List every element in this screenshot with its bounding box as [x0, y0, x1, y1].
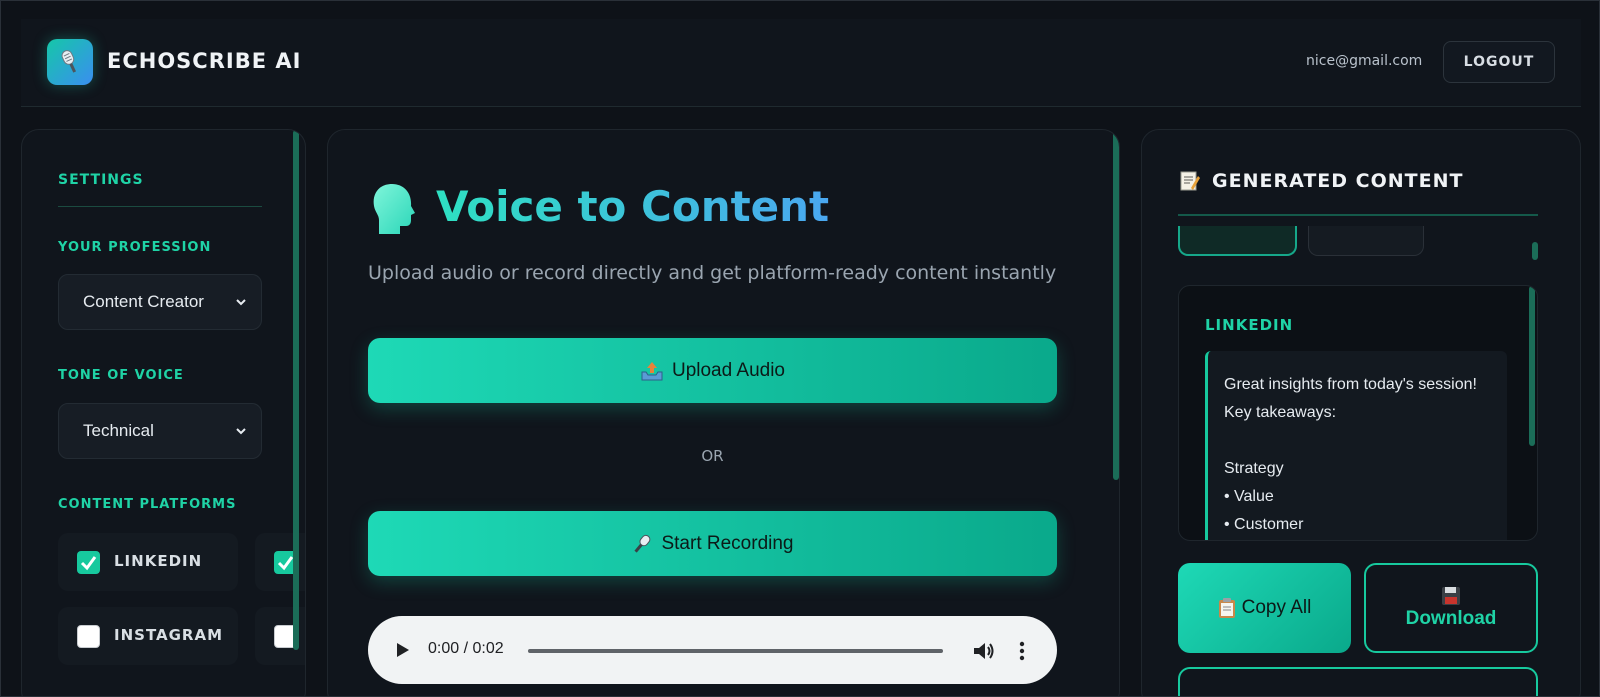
microphone-icon [61, 50, 77, 73]
checkbox-unchecked[interactable] [77, 625, 100, 648]
chevron-down-icon [236, 428, 246, 435]
platforms-label: CONTENT PLATFORMS [58, 497, 237, 512]
generated-content-panel: GENERATED CONTENT LINKEDIN Great insight… [1141, 129, 1581, 696]
checkbox-checked[interactable] [77, 551, 100, 574]
text-line: • Customer [1224, 516, 1304, 533]
head-silhouette-icon [373, 184, 415, 234]
tone-select[interactable]: Technical [58, 403, 262, 459]
upload-audio-button[interactable]: Upload Audio [368, 338, 1057, 403]
start-recording-button[interactable]: Start Recording [368, 511, 1057, 576]
content-card-linkedin: LINKEDIN Great insights from today's ses… [1178, 285, 1538, 541]
page-title: Voice to Content [436, 182, 830, 231]
top-header: ECHOSCRIBE AI nice@gmail.com LOGOUT [21, 19, 1581, 107]
generated-text: Great insights from today's session! Key… [1205, 351, 1507, 540]
microphone-icon [634, 534, 651, 553]
record-label: Start Recording [661, 532, 794, 554]
upload-label: Upload Audio [671, 359, 786, 381]
settings-scrollbar[interactable] [293, 130, 299, 650]
memo-icon [1180, 171, 1200, 191]
floppy-disk-icon [1442, 587, 1460, 605]
tone-label: TONE OF VOICE [58, 368, 184, 383]
play-icon[interactable] [394, 642, 410, 658]
user-email: nice@gmail.com [1306, 53, 1423, 69]
player-time: 0:00 / 0:02 [428, 640, 504, 657]
player-seek-bar[interactable] [528, 649, 943, 653]
generated-heading: GENERATED CONTENT [1178, 170, 1463, 192]
chevron-down-icon [236, 299, 246, 306]
clipboard-icon [1218, 598, 1235, 618]
download-label: Download [1405, 608, 1497, 629]
app-logo [47, 39, 93, 85]
profession-select[interactable]: Content Creator [58, 274, 262, 330]
app-window: ECHOSCRIBE AI nice@gmail.com LOGOUT SETT… [0, 0, 1600, 697]
platform-instagram[interactable]: INSTAGRAM [58, 607, 238, 665]
settings-panel: SETTINGS YOUR PROFESSION Content Creator… [21, 129, 306, 696]
generated-heading-text: GENERATED CONTENT [1212, 170, 1464, 192]
copy-label: Copy All [1241, 597, 1312, 618]
profession-value: Content Creator [83, 292, 204, 311]
voice-panel: Voice to Content Upload audio or record … [327, 129, 1120, 696]
or-separator: OR [701, 447, 724, 465]
download-button[interactable]: Download [1364, 563, 1538, 653]
platform-tab-active[interactable] [1178, 226, 1297, 256]
action-button[interactable] [1178, 667, 1538, 696]
profession-label: YOUR PROFESSION [58, 240, 212, 255]
text-line: Strategy [1224, 460, 1284, 477]
platform-tab[interactable] [1308, 226, 1424, 256]
text-line: Key takeaways: [1224, 404, 1337, 421]
copy-all-button[interactable]: Copy All [1178, 563, 1351, 653]
logout-button[interactable]: LOGOUT [1443, 41, 1555, 83]
platform-label: INSTAGRAM [114, 626, 224, 644]
card-title: LINKEDIN [1205, 316, 1294, 334]
tone-value: Technical [83, 421, 154, 440]
platform-label: LINKEDIN [114, 552, 203, 570]
page-subtitle: Upload audio or record directly and get … [368, 262, 1057, 284]
main-scrollbar[interactable] [1113, 130, 1119, 480]
text-line: Great insights from today's session! [1224, 376, 1477, 393]
outbox-tray-icon [641, 361, 663, 380]
divider [58, 206, 262, 207]
brand-name: ECHOSCRIBE AI [107, 49, 302, 73]
text-line [1224, 427, 1491, 455]
platform-linkedin[interactable]: LINKEDIN [58, 533, 238, 591]
divider [1178, 214, 1538, 216]
volume-icon[interactable] [972, 640, 996, 662]
tabs-scrollbar[interactable] [1532, 242, 1538, 260]
text-line: • Value [1224, 488, 1274, 505]
audio-player[interactable]: 0:00 / 0:02 [368, 616, 1057, 684]
more-options-icon[interactable] [1019, 640, 1025, 662]
checkmark-icon [80, 556, 97, 571]
settings-heading: SETTINGS [58, 172, 144, 188]
card-scrollbar[interactable] [1529, 286, 1535, 446]
